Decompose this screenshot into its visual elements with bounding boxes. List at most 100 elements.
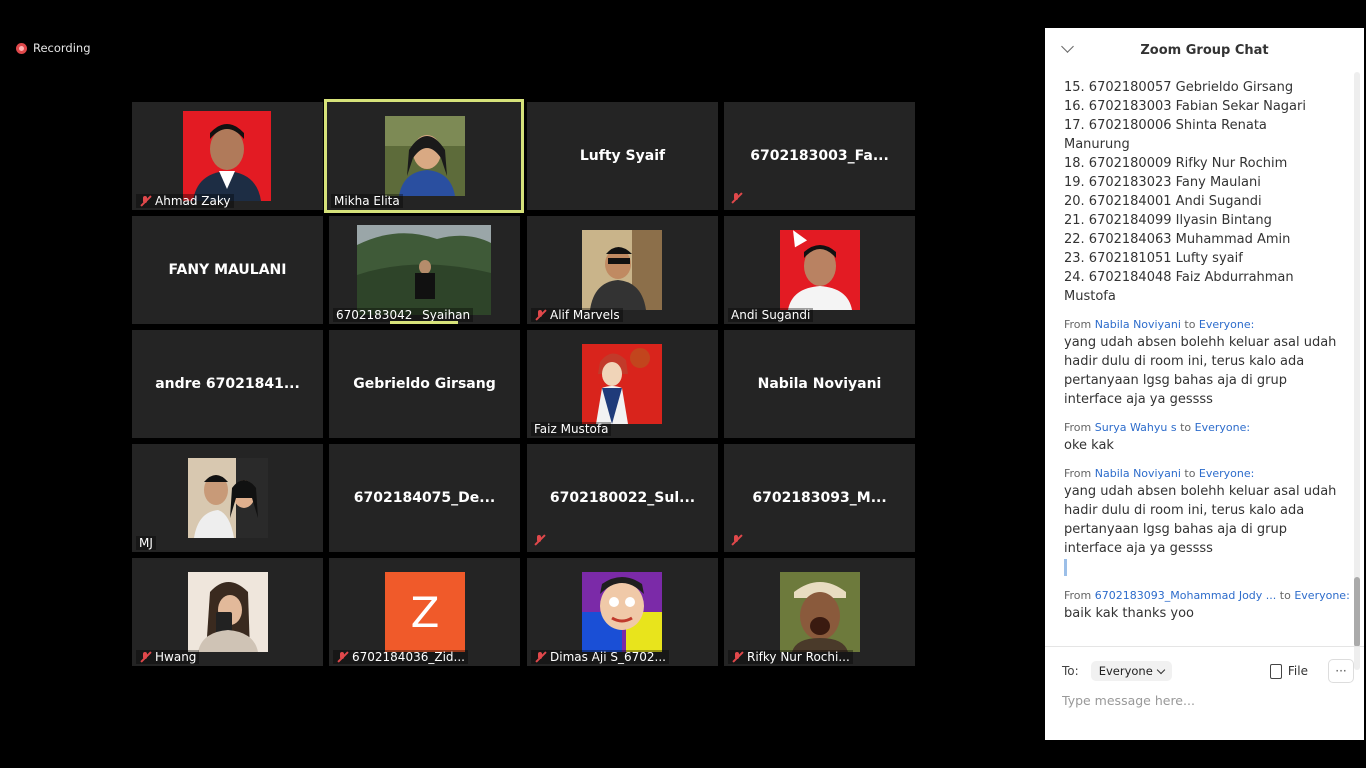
chevron-down-icon[interactable] [1061, 40, 1074, 53]
message-meta: From Nabila Noviyani to Everyone: [1064, 317, 1344, 333]
mic-muted-icon [533, 534, 545, 546]
to-word: to [1184, 318, 1196, 331]
participant-tile[interactable]: 6702183093_M... [724, 444, 915, 552]
divider [1045, 646, 1364, 647]
participant-video [385, 116, 465, 196]
recipient-name: Everyone: [1198, 318, 1255, 331]
participant-name: 6702184036_Zid... [352, 650, 465, 664]
participant-name-tag: Faiz Mustofa [531, 422, 612, 436]
recipient-dropdown[interactable]: Everyone [1090, 661, 1172, 681]
participant-tile[interactable]: Alif Marvels [527, 216, 718, 324]
sender-name[interactable]: Nabila Noviyani [1095, 318, 1181, 331]
sender-name[interactable]: Surya Wahyu s [1095, 421, 1177, 434]
sender-name[interactable]: 6702183093_Mohammad Jody ... [1095, 589, 1277, 602]
participant-video [183, 111, 271, 201]
chat-message: From Nabila Noviyani to Everyone: yang u… [1064, 317, 1344, 409]
message-meta: From Surya Wahyu s to Everyone: [1064, 420, 1344, 436]
list-item: Manurung [1064, 137, 1130, 152]
file-button[interactable]: File [1269, 663, 1308, 679]
list-item: 24. 6702184048 Faiz Abdurrahman [1064, 270, 1294, 285]
mic-muted-icon [534, 309, 546, 321]
chevron-down-icon [1156, 665, 1166, 674]
participant-tile[interactable]: Nabila Noviyani [724, 330, 915, 438]
chat-panel: Zoom Group Chat 15. 6702180057 Gebrieldo… [1045, 28, 1364, 740]
list-item: 21. 6702184099 Ilyasin Bintang [1064, 213, 1272, 228]
participant-name: Faiz Mustofa [534, 422, 609, 436]
more-options-button[interactable]: ··· [1328, 659, 1354, 683]
participant-name: Andi Sugandi [731, 308, 811, 322]
chat-message: From Nabila Noviyani to Everyone: yang u… [1064, 466, 1344, 577]
message-text: yang udah absen bolehh keluar asal udah … [1064, 335, 1337, 407]
participant-name: MJ [139, 536, 153, 550]
to-label: To: [1062, 664, 1079, 678]
participant-tile[interactable]: MJ [132, 444, 323, 552]
participant-name-large: 6702180022_Sul... [549, 490, 696, 506]
list-item: 20. 6702184001 Andi Sugandi [1064, 194, 1262, 209]
list-item: Mustofa [1064, 289, 1116, 304]
participant-tile[interactable]: Ahmad Zaky [132, 102, 323, 210]
participant-name: Rifky Nur Rochi... [747, 650, 850, 664]
message-text: yang udah absen bolehh keluar asal udah … [1064, 484, 1337, 556]
participant-tile-active-speaker[interactable]: Mikha Elita [324, 99, 524, 213]
participant-tile[interactable]: Rifky Nur Rochi... [724, 558, 915, 666]
mic-muted-icon [139, 195, 151, 207]
participant-name-large: 6702183003_Fa... [750, 148, 889, 164]
chat-scrollbar[interactable] [1354, 72, 1360, 670]
recipient-name: Everyone: [1294, 589, 1350, 602]
mic-muted-icon [336, 651, 348, 663]
recipient-name: Everyone: [1194, 421, 1251, 434]
list-item: 17. 6702180006 Shinta Renata [1064, 118, 1267, 133]
scrollbar-thumb[interactable] [1354, 577, 1360, 647]
participant-video [357, 225, 491, 315]
recipient-name: Everyone: [1198, 467, 1255, 480]
participant-name: 6702183042 _Syaihan [336, 308, 471, 322]
participant-tile[interactable]: Z 6702184036_Zid... [329, 558, 520, 666]
participant-tile[interactable]: Gebrieldo Girsang [329, 330, 520, 438]
participant-name-tag: Dimas Aji S_6702... [531, 650, 669, 664]
text-selection-caret [1064, 559, 1067, 576]
mic-muted-icon [139, 651, 151, 663]
from-prefix: From [1064, 421, 1092, 434]
participant-tile[interactable]: Faiz Mustofa [527, 330, 718, 438]
participant-name-tag: Andi Sugandi [728, 308, 814, 322]
chat-message: From Surya Wahyu s to Everyone: oke kak [1064, 420, 1344, 455]
to-word: to [1180, 421, 1192, 434]
chat-title: Zoom Group Chat [1140, 42, 1269, 58]
participant-tile[interactable]: Hwang [132, 558, 323, 666]
participant-tile[interactable]: 6702184075_De... [329, 444, 520, 552]
participant-tile[interactable]: FANY MAULANI [132, 216, 323, 324]
participant-name-large: Nabila Noviyani [757, 376, 882, 392]
participant-video [582, 572, 662, 652]
participant-video [188, 572, 268, 652]
participant-tile[interactable]: Andi Sugandi [724, 216, 915, 324]
participant-tile[interactable]: andre 67021841... [132, 330, 323, 438]
chat-message-input[interactable] [1062, 690, 1342, 710]
participant-tile[interactable]: 6702183042 _Syaihan [329, 216, 520, 324]
message-meta: From Nabila Noviyani to Everyone: [1064, 466, 1344, 482]
participant-name-large: Lufty Syaif [579, 148, 666, 164]
participant-tile[interactable]: Lufty Syaif [527, 102, 718, 210]
participant-name: Ahmad Zaky [155, 194, 231, 208]
list-item: 18. 6702180009 Rifky Nur Rochim [1064, 156, 1288, 171]
participant-video [582, 344, 662, 424]
participant-name: Mikha Elita [334, 194, 400, 208]
participant-name-tag: Alif Marvels [531, 308, 623, 322]
participant-name-tag: Rifky Nur Rochi... [728, 650, 853, 664]
avatar: Z [385, 572, 465, 652]
list-item: 22. 6702184063 Muhammad Amin [1064, 232, 1291, 247]
participant-name-large: 6702184075_De... [353, 490, 496, 506]
participant-name-tag: 6702184036_Zid... [333, 650, 468, 664]
participant-tile[interactable]: 6702180022_Sul... [527, 444, 718, 552]
participant-tile[interactable]: Dimas Aji S_6702... [527, 558, 718, 666]
participant-tile[interactable]: 6702183003_Fa... [724, 102, 915, 210]
recording-indicator[interactable]: Recording [16, 41, 91, 55]
sender-name[interactable]: Nabila Noviyani [1095, 467, 1181, 480]
participant-name-large: FANY MAULANI [168, 262, 287, 278]
participant-name-large: andre 67021841... [155, 376, 300, 392]
participant-name-tag: Ahmad Zaky [136, 194, 234, 208]
participant-video [780, 572, 860, 652]
chat-messages[interactable]: 15. 6702180057 Gebrieldo Girsang 16. 670… [1064, 78, 1350, 623]
participant-video [582, 230, 662, 310]
participant-name-large: Gebrieldo Girsang [353, 376, 496, 392]
file-icon [1269, 663, 1282, 679]
